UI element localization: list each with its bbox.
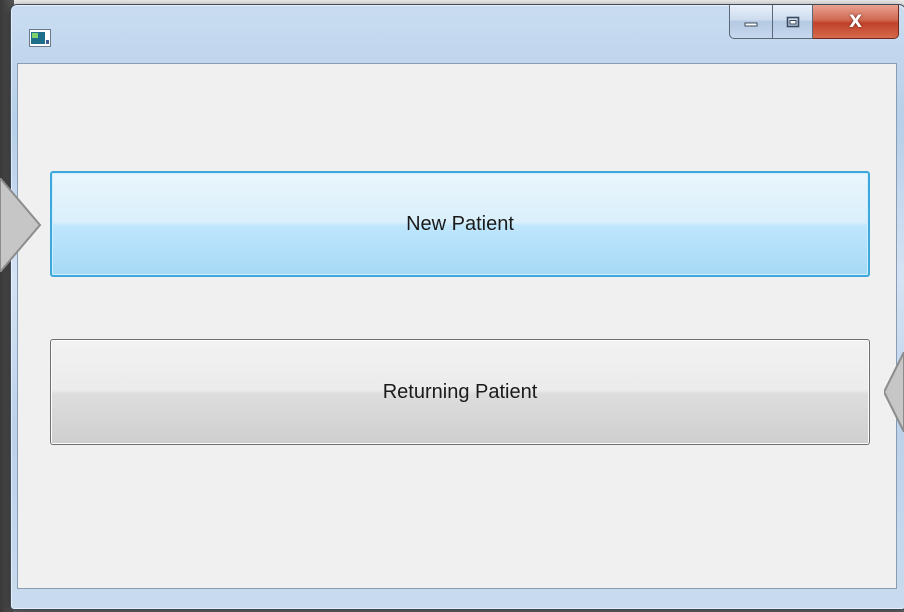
new-patient-button[interactable]: New Patient xyxy=(50,171,870,277)
app-window-icon[interactable] xyxy=(29,29,51,47)
client-area: New Patient Returning Patient xyxy=(17,63,897,589)
returning-patient-button[interactable]: Returning Patient xyxy=(50,339,870,445)
arrow-left-callout-icon xyxy=(884,352,904,432)
title-bar[interactable]: X xyxy=(11,5,904,63)
arrow-right-callout-icon xyxy=(0,178,42,272)
new-patient-label: New Patient xyxy=(406,212,514,235)
minimize-button[interactable] xyxy=(729,5,773,39)
maximize-icon xyxy=(786,16,799,27)
caption-buttons: X xyxy=(729,5,899,43)
main-window: X New Patient Returning Patient xyxy=(10,4,904,610)
minimize-icon xyxy=(744,22,758,26)
returning-patient-label: Returning Patient xyxy=(382,380,538,403)
maximize-button[interactable] xyxy=(773,5,813,39)
close-icon: X xyxy=(848,11,863,32)
close-button[interactable]: X xyxy=(813,5,899,39)
